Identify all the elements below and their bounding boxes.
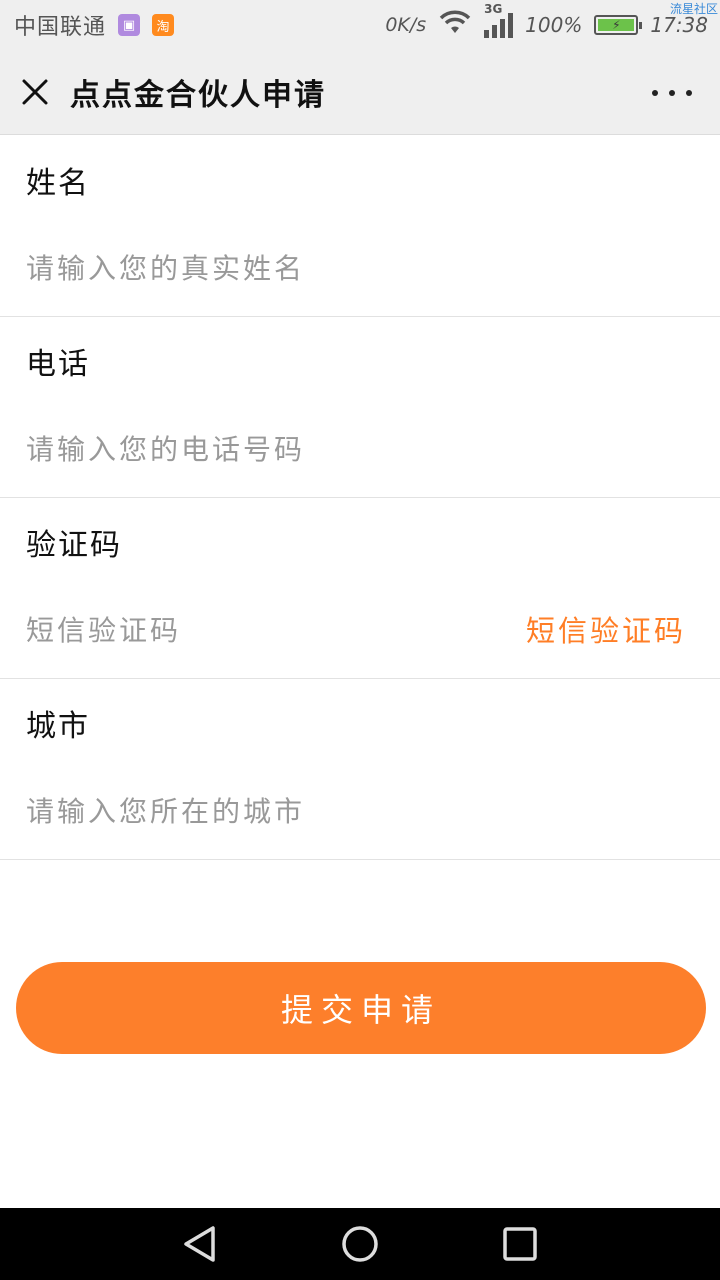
- nav-bar: 点点金合伙人申请: [0, 50, 720, 135]
- carrier-name: 中国联通: [14, 15, 107, 40]
- city-field-row: 城市: [0, 679, 720, 860]
- phone-field-row: 电话: [0, 317, 720, 498]
- home-button[interactable]: [320, 1208, 400, 1280]
- close-button[interactable]: [0, 50, 70, 135]
- send-sms-code-button[interactable]: 短信验证码: [526, 608, 686, 650]
- battery-percent: 100%: [525, 13, 583, 37]
- watermark: 流星社区: [669, 2, 718, 16]
- phone-label: 电话: [26, 347, 90, 382]
- city-label: 城市: [26, 709, 90, 744]
- back-button[interactable]: [160, 1208, 240, 1280]
- more-options-button[interactable]: [652, 78, 692, 108]
- submit-button[interactable]: 提交申请: [16, 962, 706, 1054]
- more-dots-icon: [652, 90, 658, 96]
- phone-input[interactable]: [26, 425, 486, 473]
- name-field-row: 姓名: [0, 136, 720, 317]
- code-label: 验证码: [26, 528, 122, 563]
- recents-button[interactable]: [480, 1208, 560, 1280]
- code-input[interactable]: [26, 606, 486, 654]
- wifi-icon: [438, 9, 472, 41]
- back-triangle-icon: [184, 1226, 215, 1262]
- status-right: 0K/s 3G 100% ⚡ 17:38: [385, 2, 708, 41]
- code-field-row: 验证码 短信验证码: [0, 498, 720, 679]
- battery-icon: ⚡: [594, 15, 643, 35]
- name-label: 姓名: [26, 166, 90, 201]
- page-title: 点点金合伙人申请: [70, 78, 326, 113]
- recents-square-icon: [503, 1227, 537, 1261]
- system-nav-bar: [0, 1208, 720, 1280]
- network-speed: 0K/s: [385, 14, 427, 36]
- city-input[interactable]: [26, 787, 486, 835]
- status-left: 中国联通 ▣ 淘: [14, 9, 175, 41]
- application-form: 姓名 电话 验证码 短信验证码 城市: [0, 136, 720, 860]
- close-icon: [22, 79, 48, 105]
- network-type: 3G: [484, 2, 503, 16]
- name-input[interactable]: [26, 244, 486, 292]
- signal-icon: 3G: [484, 2, 514, 38]
- gallery-notification-icon: ▣: [118, 14, 141, 36]
- status-bar: 中国联通 ▣ 淘 0K/s 3G 100% ⚡ 17:38 流星社区: [0, 0, 720, 50]
- taobao-notification-icon: 淘: [152, 14, 175, 36]
- home-circle-icon: [342, 1226, 378, 1262]
